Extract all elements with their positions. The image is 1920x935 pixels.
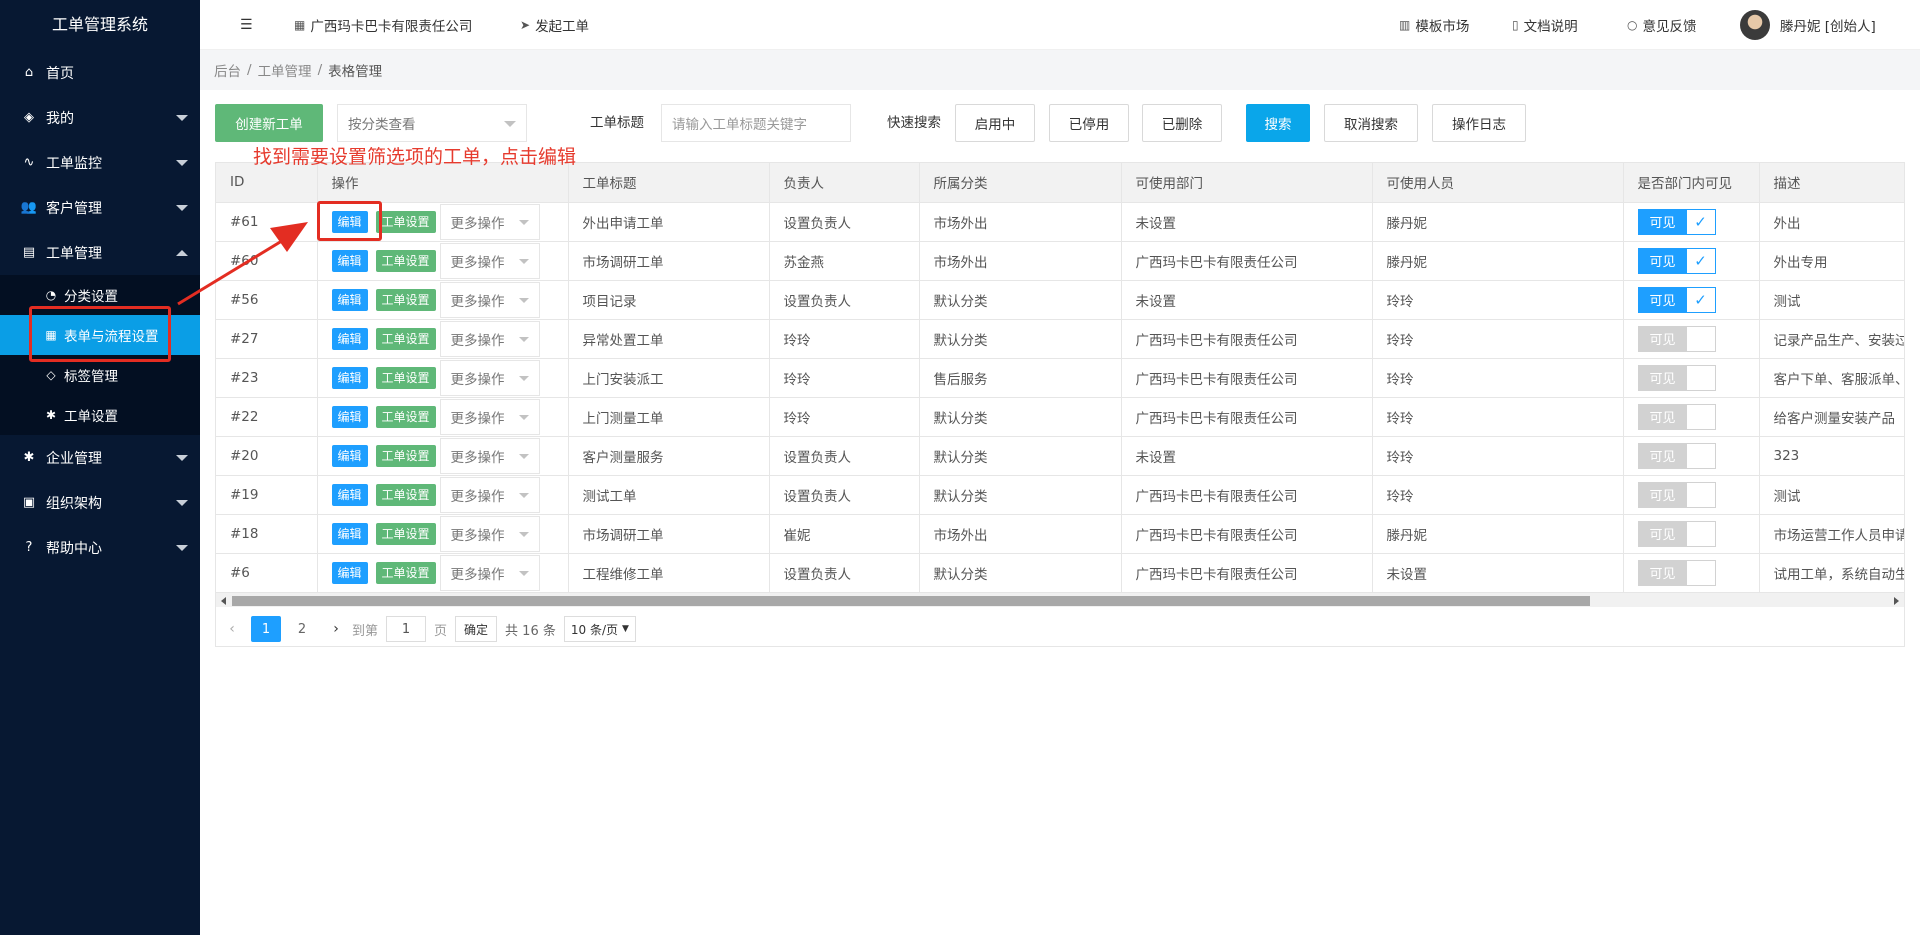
annotation-arrow (177, 222, 308, 306)
arrow-head (270, 222, 308, 252)
arrow-line (177, 234, 291, 306)
